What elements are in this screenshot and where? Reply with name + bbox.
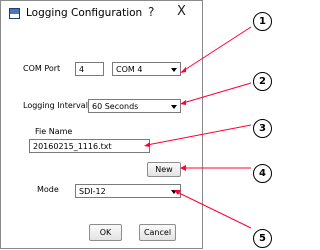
callout-arrow-3: [146, 124, 252, 146]
callout-arrow-5: [176, 191, 252, 229]
arrowhead-3: [144, 142, 150, 147]
callout-marker-4: 4: [253, 164, 272, 183]
callout-marker-2: 2: [253, 72, 272, 91]
callout-arrow-1: [182, 26, 252, 72]
callout-marker-5: 5: [253, 229, 272, 248]
arrowhead-2: [180, 100, 186, 105]
callout-arrows: [144, 26, 252, 229]
arrowhead-5: [174, 190, 181, 195]
callout-arrowheads: [144, 67, 186, 195]
callout-arrow-2: [182, 82, 252, 104]
arrowhead-4: [180, 165, 186, 171]
callout-marker-1: 1: [253, 12, 272, 31]
callout-arrow-lines: [146, 26, 252, 229]
callout-marker-3: 3: [253, 119, 272, 138]
arrowhead-1: [180, 67, 186, 73]
